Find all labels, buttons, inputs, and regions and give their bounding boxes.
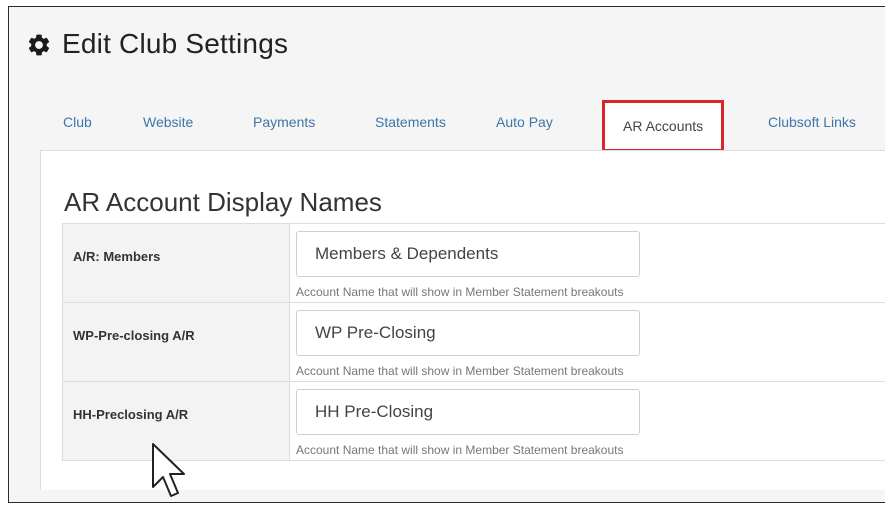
- form-row-ar-members: A/R: Members Account Name that will show…: [62, 223, 885, 303]
- tab-website[interactable]: Website: [143, 114, 193, 130]
- tab-club[interactable]: Club: [63, 114, 92, 130]
- field-cell: Account Name that will show in Member St…: [289, 302, 885, 382]
- tab-ar-accounts[interactable]: AR Accounts: [602, 100, 725, 152]
- field-cell: Account Name that will show in Member St…: [289, 223, 885, 303]
- form-row-wp-pre-closing: WP-Pre-closing A/R Account Name that wil…: [62, 302, 885, 382]
- settings-panel: AR Account Display Names A/R: Members Ac…: [40, 150, 885, 490]
- mouse-pointer-icon: [152, 443, 185, 497]
- gear-icon: [28, 34, 50, 56]
- tab-auto-pay[interactable]: Auto Pay: [496, 114, 553, 130]
- ar-members-name-input[interactable]: [296, 231, 640, 277]
- wp-pre-closing-name-input[interactable]: [296, 310, 640, 356]
- field-help-text: Account Name that will show in Member St…: [296, 443, 624, 457]
- bottom-divider: [8, 502, 885, 503]
- field-cell: Account Name that will show in Member St…: [289, 381, 885, 461]
- ar-accounts-form: A/R: Members Account Name that will show…: [62, 223, 885, 461]
- section-title: AR Account Display Names: [64, 187, 382, 217]
- field-help-text: Account Name that will show in Member St…: [296, 364, 624, 378]
- field-label: WP-Pre-closing A/R: [62, 302, 290, 382]
- tab-statements[interactable]: Statements: [375, 114, 446, 130]
- page-title: Edit Club Settings: [26, 28, 288, 60]
- field-label: A/R: Members: [62, 223, 290, 303]
- field-help-text: Account Name that will show in Member St…: [296, 285, 624, 299]
- hh-preclosing-name-input[interactable]: [296, 389, 640, 435]
- page-title-text: Edit Club Settings: [62, 28, 289, 59]
- settings-tabs: Club Website Payments Statements Auto Pa…: [40, 100, 885, 152]
- tab-clubsoft-links[interactable]: Clubsoft Links: [768, 114, 856, 130]
- tab-payments[interactable]: Payments: [253, 114, 315, 130]
